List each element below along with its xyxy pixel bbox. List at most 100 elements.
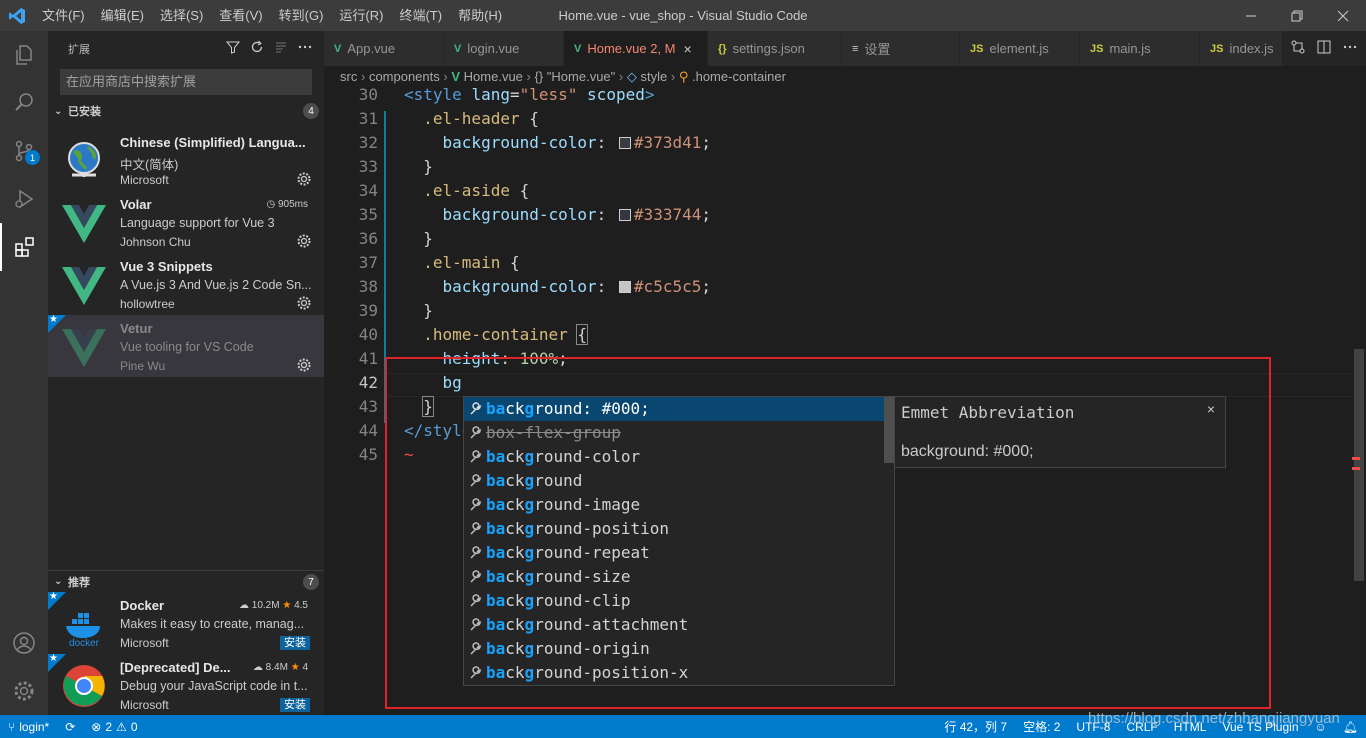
restore-button[interactable] [1274, 0, 1320, 31]
tab-home-vue[interactable]: V Home.vue 2, M × [564, 31, 708, 66]
suggestion-item[interactable]: box-flex-group [464, 421, 884, 445]
menu-terminal[interactable]: 终端(T) [391, 0, 450, 31]
menu-view[interactable]: 查看(V) [211, 0, 270, 31]
run-debug-icon[interactable] [0, 175, 48, 223]
suggestion-scrollbar[interactable] [884, 397, 894, 463]
search-icon[interactable] [0, 79, 48, 127]
tab-element-js[interactable]: JS element.js [960, 31, 1080, 66]
menu-edit[interactable]: 编辑(E) [93, 0, 152, 31]
filter-icon[interactable] [225, 40, 241, 57]
suggestion-item[interactable]: background: #000; [464, 397, 884, 421]
encoding[interactable]: UTF-8 [1068, 720, 1118, 734]
extension-item-debugger-chrome[interactable]: ★ [Deprecated] De... ☁ 8.4M ★ 4 Debug yo… [48, 653, 324, 716]
suggestion-item[interactable]: background-origin [464, 637, 884, 661]
installed-section-header[interactable]: ⌄ 已安装 4 [48, 100, 324, 122]
close-window-button[interactable] [1320, 0, 1366, 31]
open-changes-icon[interactable] [1290, 39, 1306, 58]
line-number: 42 [358, 373, 378, 392]
wrench-icon [468, 613, 484, 637]
star-rating-icon: ★ [290, 662, 300, 673]
breadcrumb-item[interactable]: {} "Home.vue" [535, 69, 616, 84]
tab-settings-json[interactable]: {} settings.json [708, 31, 842, 66]
vscode-logo-icon [0, 0, 34, 31]
suggestion-item[interactable]: background-attachment [464, 613, 884, 637]
extension-item-chinese[interactable]: Chinese (Simplified) Langua... 中文(简体) Mi… [48, 129, 324, 191]
source-control-icon[interactable]: 1 [0, 127, 48, 175]
menu-run[interactable]: 运行(R) [331, 0, 391, 31]
extension-name: Vetur [120, 321, 153, 336]
vue-ts-plugin[interactable]: Vue TS Plugin [1214, 720, 1306, 734]
tab-login-vue[interactable]: Vlogin.vue [444, 31, 564, 66]
explorer-icon[interactable] [0, 31, 48, 79]
close-tab-icon[interactable]: × [684, 41, 692, 57]
suggestion-item[interactable]: background-clip [464, 589, 884, 613]
language-mode[interactable]: HTML [1166, 720, 1215, 734]
extensions-sidebar: 扩展 在应用商店中搜索扩展 ⌄ 已安装 4 Chinese (Simplifie… [48, 31, 324, 715]
line-number: 34 [358, 181, 378, 200]
recommended-section-header[interactable]: ⌄ 推荐 7 [48, 570, 324, 592]
editor-scrollbar[interactable] [1352, 87, 1366, 715]
color-swatch[interactable] [618, 137, 631, 149]
gear-icon[interactable] [296, 295, 312, 311]
close-icon[interactable]: × [1207, 401, 1215, 417]
suggestion-item[interactable]: background-repeat [464, 541, 884, 565]
color-swatch[interactable] [618, 281, 631, 293]
suggestion-item[interactable]: background-position [464, 517, 884, 541]
extension-item-volar[interactable]: Volar ◷ 905ms Language support for Vue 3… [48, 191, 324, 253]
refresh-icon[interactable] [250, 40, 264, 57]
clear-icon[interactable] [274, 40, 288, 57]
menu-selection[interactable]: 选择(S) [152, 0, 211, 31]
notifications-icon[interactable]: 🔔︎ [1335, 720, 1366, 734]
sync-button[interactable]: ⟳ [57, 720, 83, 734]
suggestion-item[interactable]: background [464, 469, 884, 493]
suggestion-item[interactable]: background-image [464, 493, 884, 517]
extension-item-vetur[interactable]: ★ Vetur Vue tooling for VS Code Pine Wu [48, 314, 324, 377]
extension-item-vue3-snippets[interactable]: Vue 3 Snippets A Vue.js 3 And Vue.js 2 C… [48, 253, 324, 315]
cursor-position[interactable]: 行 42，列 7 [936, 718, 1015, 735]
git-branch[interactable]: ⑂ login* [0, 720, 57, 734]
menu-file[interactable]: 文件(F) [34, 0, 93, 31]
more-actions-icon[interactable] [298, 40, 312, 57]
suggestion-item[interactable]: background-color [464, 445, 884, 469]
feedback-icon[interactable]: ☺ [1307, 720, 1335, 734]
tab-main-js[interactable]: JS main.js [1080, 31, 1200, 66]
manage-gear-icon[interactable] [0, 667, 48, 715]
menu-go[interactable]: 转到(G) [271, 0, 332, 31]
more-actions-icon[interactable] [1342, 39, 1358, 58]
tab-app-vue[interactable]: V App.vue [324, 31, 444, 66]
suggestion-item[interactable]: background-size [464, 565, 884, 589]
breadcrumb-item[interactable]: src [340, 69, 357, 84]
line-ending[interactable]: CRLF [1118, 720, 1165, 734]
extension-publisher: hollowtree [120, 297, 175, 311]
install-button[interactable]: 安装 [280, 698, 310, 712]
extension-item-docker[interactable]: ★ docker Docker ☁ 10.2M ★ 4.5 Makes it e… [48, 591, 324, 654]
color-swatch[interactable] [618, 209, 631, 221]
problems-indicator[interactable]: ⊗ 2 ⚠ 0 [83, 720, 145, 734]
window-controls [1228, 0, 1366, 31]
breadcrumb-item[interactable]: Home.vue [464, 69, 523, 84]
breadcrumb-item[interactable]: .home-container [692, 69, 786, 84]
gear-icon[interactable] [296, 233, 312, 249]
account-icon[interactable] [0, 619, 48, 667]
line-number: 41 [358, 349, 378, 368]
warning-icon: ⚠ [116, 719, 127, 734]
breadcrumb-item[interactable]: components [369, 69, 440, 84]
globe-icon [62, 139, 106, 183]
tab-settings-ui[interactable]: ≡ 设置 [842, 31, 960, 66]
minimize-button[interactable] [1228, 0, 1274, 31]
menu-help[interactable]: 帮助(H) [450, 0, 510, 31]
extension-publisher: Pine Wu [120, 359, 166, 373]
install-button[interactable]: 安装 [280, 636, 310, 650]
extension-search-input[interactable]: 在应用商店中搜索扩展 [60, 69, 312, 95]
gear-icon[interactable] [296, 171, 312, 187]
cloud-download-icon: ☁ [238, 600, 249, 611]
breadcrumb-item[interactable]: style [641, 69, 668, 84]
recommended-label: 推荐 [68, 576, 90, 589]
split-editor-icon[interactable] [1316, 39, 1332, 58]
suggestion-item[interactable]: background-position-x [464, 661, 884, 685]
gear-icon[interactable] [296, 357, 312, 373]
extensions-icon[interactable] [0, 223, 48, 271]
extension-description: A Vue.js 3 And Vue.js 2 Code Sn... [120, 278, 312, 292]
indentation[interactable]: 空格: 2 [1015, 718, 1068, 735]
vue-logo-icon [62, 325, 106, 369]
